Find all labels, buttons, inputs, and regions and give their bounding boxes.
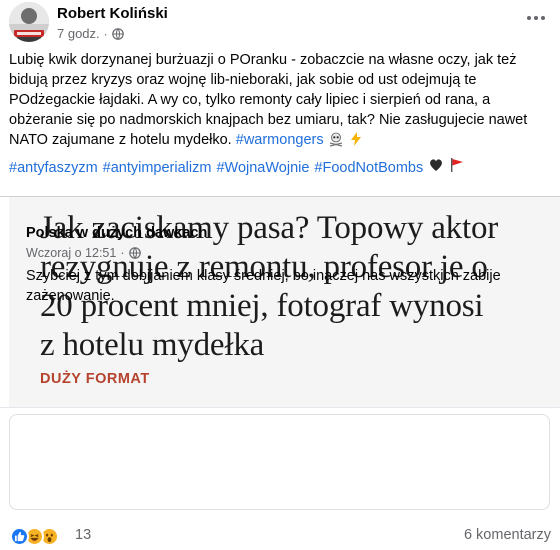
shared-post-time[interactable]: Wczoraj o 12:51 [26, 246, 116, 260]
comments-count-link[interactable]: 6 komentarzy [464, 527, 551, 543]
red-flag-icon [449, 157, 465, 179]
shared-text-line: zażenowanie. [26, 288, 115, 304]
skull-crossbones-icon [328, 131, 344, 153]
post-text-line: bidują przez kryzys oraz wojnę lib-niebo… [9, 72, 477, 88]
shared-post-area [0, 407, 560, 515]
post-time[interactable]: 7 godz. [57, 26, 100, 41]
article-section-label: DUŻY FORMAT [40, 371, 150, 387]
post-text-line: POdżegackie łajdaki. A wy co, tylko remo… [9, 92, 491, 108]
hashtag-link[interactable]: #antyfaszyzm [9, 158, 98, 178]
post-text: Lubię kwik dorzynanej burżuazji o POrank… [9, 50, 549, 153]
more-options-button[interactable] [524, 8, 548, 28]
shared-post-text: Szybciej z tym dobijaniem klasy średniej… [26, 266, 536, 306]
shared-post-box[interactable] [9, 414, 550, 510]
post-timestamp[interactable]: 7 godz. · [57, 26, 124, 41]
hashtag-row: #antyfaszyzm #antyimperializm #WojnaWojn… [9, 157, 465, 179]
black-heart-icon [428, 157, 444, 179]
dot-icon [541, 16, 545, 20]
shared-post-timestamp[interactable]: Wczoraj o 12:51 · [26, 246, 141, 260]
shared-page-name[interactable]: Polska w dużych dawkach [26, 225, 207, 241]
globe-icon [128, 247, 141, 259]
time-separator: · [103, 26, 108, 41]
dot-icon [527, 16, 531, 20]
facebook-post: Robert Koliński 7 godz. · Lubię kwik dor… [0, 0, 560, 550]
headline-line: z hotelu mydełka [40, 327, 265, 363]
image-edge [0, 197, 9, 407]
globe-icon [111, 27, 124, 40]
link-preview-card[interactable]: Jak zaciskamy pasa? Topowy aktor rezygnu… [0, 196, 560, 515]
time-separator: · [120, 246, 125, 260]
reaction-count[interactable]: 13 [75, 527, 91, 543]
reactions-summary[interactable] [10, 526, 59, 546]
hashtag-link[interactable]: #WojnaWojnie [216, 158, 309, 178]
post-text-line: obżeranie się po nadmorskich knajpach be… [9, 112, 528, 128]
hashtag-link[interactable]: #FoodNotBombs [314, 158, 423, 178]
shared-text-line: Szybciej z tym dobijaniem klasy średniej… [26, 268, 501, 284]
author-name[interactable]: Robert Koliński [57, 5, 168, 22]
post-text-line: NATO zajumane z hotelu mydełko. [9, 132, 232, 148]
post-text-line: Lubię kwik dorzynanej burżuazji o POrank… [9, 52, 517, 68]
hashtag-link[interactable]: #warmongers [236, 132, 324, 148]
like-icon [10, 526, 29, 546]
post-text-line-last: NATO zajumane z hotelu mydełko. #warmong… [9, 130, 549, 153]
dot-icon [534, 16, 538, 20]
hashtag-link[interactable]: #antyimperializm [103, 158, 212, 178]
author-avatar[interactable] [9, 2, 49, 42]
lightning-icon [348, 131, 364, 153]
